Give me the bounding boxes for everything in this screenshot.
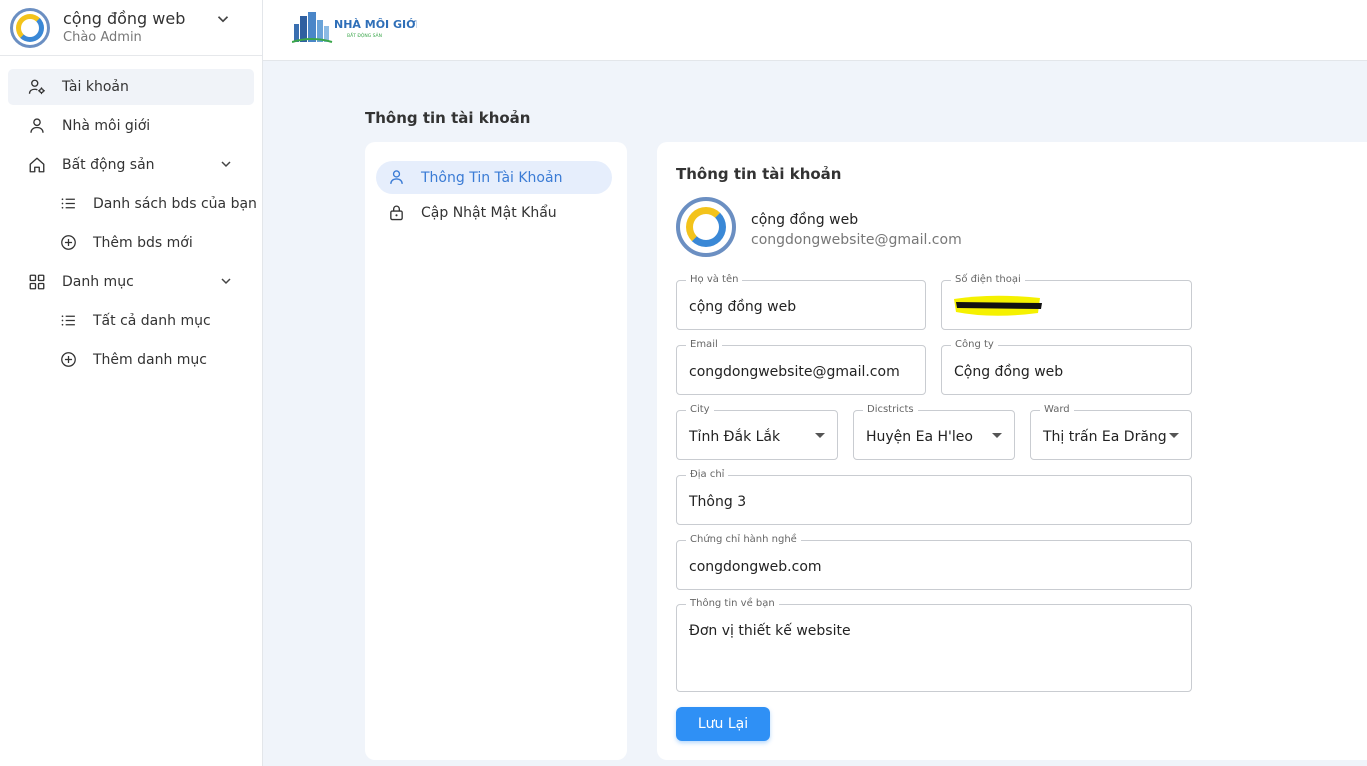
caret-down-icon xyxy=(992,433,1002,438)
sidebar-item-all-categories[interactable]: Tất cả danh mục xyxy=(8,303,254,339)
sidebar-item-add-listing[interactable]: Thêm bds mới xyxy=(8,225,254,261)
email-value: congdongwebsite@gmail.com xyxy=(689,364,900,380)
grid-icon xyxy=(29,274,45,290)
sidebar-item-label: Thêm danh mục xyxy=(93,352,207,368)
sidebar-item-label: Tài khoản xyxy=(62,79,129,95)
profile-email: congdongwebsite@gmail.com xyxy=(751,232,962,248)
city-value: Tỉnh Đắk Lắk xyxy=(689,429,781,445)
sidebar-item-label: Bất động sản xyxy=(62,157,155,173)
user-icon xyxy=(30,118,44,133)
tab-change-password[interactable]: Cập Nhật Mật Khẩu xyxy=(376,196,612,229)
company-value: Cộng đồng web xyxy=(954,364,1064,380)
sidebar-item-label: Danh sách bds của bạn xyxy=(93,196,257,212)
tab-label: Thông Tin Tài Khoản xyxy=(421,170,563,186)
company-label: Công ty xyxy=(951,338,998,352)
add-circle-icon xyxy=(61,235,76,250)
city-select[interactable]: City Tỉnh Đắk Lắk xyxy=(676,403,838,460)
tab-label: Cập Nhật Mật Khẩu xyxy=(421,205,557,221)
caret-down-icon xyxy=(815,433,825,438)
user-settings-icon xyxy=(28,79,45,95)
address-value: Thông 3 xyxy=(689,494,747,510)
profile-name: cộng đồng web xyxy=(751,212,859,228)
about-label: Thông tin về bạn xyxy=(686,597,779,611)
license-field[interactable]: Chứng chỉ hành nghề congdongweb.com xyxy=(676,533,1192,590)
fullname-value: cộng đồng web xyxy=(689,299,797,315)
logo xyxy=(10,7,50,48)
phone-label: Số điện thoại xyxy=(951,273,1025,287)
site-title: cộng đồng web xyxy=(63,9,186,28)
ward-label: Ward xyxy=(1040,403,1074,417)
sidebar-item-categories[interactable]: Danh mục xyxy=(8,264,254,300)
sidebar-item-label: Tất cả danh mục xyxy=(93,313,211,329)
list-icon xyxy=(61,198,75,209)
save-button[interactable]: Lưu Lại xyxy=(676,707,770,741)
redaction-mark xyxy=(954,295,1042,316)
city-label: City xyxy=(686,403,714,417)
account-info-card: Thông tin tài khoản cộng đồng web congdo… xyxy=(657,142,1367,760)
chevron-down-icon xyxy=(221,161,231,168)
email-label: Email xyxy=(686,338,722,352)
address-field[interactable]: Địa chỉ Thông 3 xyxy=(676,468,1192,525)
greeting: Chào Admin xyxy=(63,30,142,45)
brand-logo[interactable]: NHÀ MÔI GIỚI BẤT ĐỘNG SẢN xyxy=(292,10,417,44)
sidebar-nav: Tài khoản Nhà môi giới Bất động sản Danh… xyxy=(0,56,262,378)
license-value: congdongweb.com xyxy=(689,559,822,575)
brand-name: NHÀ MÔI GIỚI xyxy=(334,18,417,31)
sidebar-item-label: Thêm bds mới xyxy=(93,235,193,251)
list-icon xyxy=(61,315,75,326)
district-value: Huyện Ea H'leo xyxy=(866,429,973,445)
email-field[interactable]: Email congdongwebsite@gmail.com xyxy=(676,338,926,395)
account-tabs-card: Thông Tin Tài Khoản Cập Nhật Mật Khẩu xyxy=(365,142,627,760)
ward-select[interactable]: Ward Thị trấn Ea Drăng xyxy=(1030,403,1192,460)
sidebar-item-label: Nhà môi giới xyxy=(62,118,151,134)
topbar: NHÀ MÔI GIỚI BẤT ĐỘNG SẢN xyxy=(263,0,1367,61)
sidebar-item-real-estate[interactable]: Bất động sản xyxy=(8,147,254,183)
sidebar-item-account[interactable]: Tài khoản xyxy=(8,69,254,105)
caret-down-icon xyxy=(1169,433,1179,438)
ward-value: Thị trấn Ea Drăng xyxy=(1043,429,1167,445)
avatar[interactable] xyxy=(676,197,736,257)
home-icon xyxy=(29,157,45,173)
page-title: Thông tin tài khoản xyxy=(365,109,531,127)
fullname-label: Họ và tên xyxy=(686,273,743,287)
sidebar-header[interactable]: cộng đồng web Chào Admin xyxy=(0,0,262,56)
sidebar-item-label: Danh mục xyxy=(62,274,134,290)
district-select[interactable]: Dicstricts Huyện Ea H'leo xyxy=(853,403,1015,460)
fullname-field[interactable]: Họ và tên cộng đồng web xyxy=(676,273,926,330)
about-textarea[interactable]: Thông tin về bạn Đơn vị thiết kế website xyxy=(676,597,1192,692)
sidebar-item-add-category[interactable]: Thêm danh mục xyxy=(8,342,254,378)
chevron-down-icon xyxy=(221,278,231,285)
about-value: Đơn vị thiết kế website xyxy=(689,623,851,639)
user-icon xyxy=(390,170,403,184)
sidebar-item-my-listings[interactable]: Danh sách bds của bạn xyxy=(8,186,257,222)
add-circle-icon xyxy=(61,352,76,367)
address-label: Địa chỉ xyxy=(686,468,729,482)
sidebar-item-brokers[interactable]: Nhà môi giới xyxy=(8,108,254,144)
license-label: Chứng chỉ hành nghề xyxy=(686,533,801,547)
district-label: Dicstricts xyxy=(863,403,918,417)
phone-field[interactable]: Số điện thoại xyxy=(941,273,1192,330)
company-field[interactable]: Công ty Cộng đồng web xyxy=(941,338,1192,395)
brand-tagline: BẤT ĐỘNG SẢN xyxy=(347,31,382,39)
sidebar: cộng đồng web Chào Admin Tài khoản Nhà m… xyxy=(0,0,263,766)
lock-icon xyxy=(390,205,403,221)
card-title: Thông tin tài khoản xyxy=(676,165,842,183)
tab-account-info[interactable]: Thông Tin Tài Khoản xyxy=(376,161,612,194)
chevron-down-icon[interactable] xyxy=(214,10,232,28)
